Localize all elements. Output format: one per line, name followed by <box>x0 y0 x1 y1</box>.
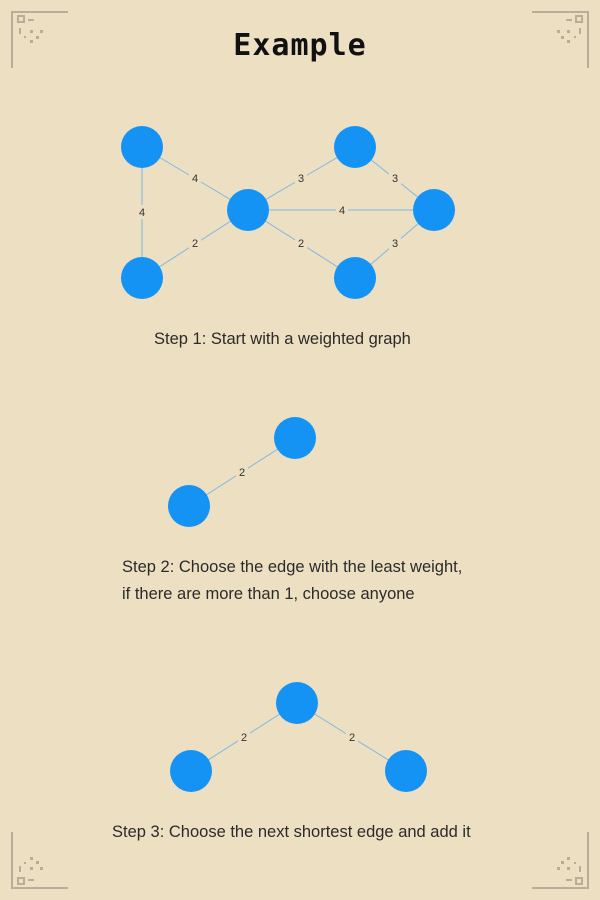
edge-weight: 4 <box>339 205 345 217</box>
edge-weight: 2 <box>239 467 245 479</box>
step-2-caption-line-2: if there are more than 1, choose anyone <box>122 585 415 603</box>
graph-node <box>170 750 212 792</box>
page: Example 4 4 2 3 4 2 3 3 2 2 2 Step 1: St… <box>0 0 600 900</box>
graph-node <box>276 682 318 724</box>
step-2-caption-line-1: Step 2: Choose the edge with the least w… <box>122 558 463 576</box>
graph-node <box>334 257 376 299</box>
graph-node <box>385 750 427 792</box>
edge-weight: 2 <box>192 238 198 250</box>
edge-weight: 3 <box>298 173 304 185</box>
edge-weight: 3 <box>392 173 398 185</box>
graph-node <box>121 126 163 168</box>
step-1-caption: Step 1: Start with a weighted graph <box>154 330 411 348</box>
graph-node <box>334 126 376 168</box>
graph-node <box>121 257 163 299</box>
graph-step-3: 2 2 <box>170 682 427 792</box>
edge-weight: 2 <box>298 238 304 250</box>
graph-node <box>227 189 269 231</box>
graph-node <box>413 189 455 231</box>
graph-step-2: 2 <box>168 417 316 527</box>
diagram-canvas: 4 4 2 3 4 2 3 3 2 2 2 <box>121 126 455 792</box>
edge-weight: 2 <box>241 732 247 744</box>
edge-weight: 4 <box>139 207 145 219</box>
step-3-caption: Step 3: Choose the next shortest edge an… <box>112 823 471 841</box>
edge-weight: 4 <box>192 173 198 185</box>
graph-node <box>168 485 210 527</box>
edge-weight: 3 <box>392 238 398 250</box>
graph-node <box>274 417 316 459</box>
edge-weight: 2 <box>349 732 355 744</box>
graph-step-1: 4 4 2 3 4 2 3 3 <box>121 126 455 299</box>
